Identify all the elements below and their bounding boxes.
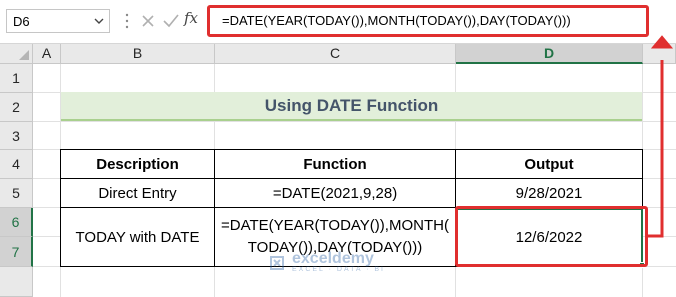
enter-check-icon[interactable] xyxy=(160,11,182,31)
chevron-down-icon[interactable] xyxy=(94,14,104,28)
row-header-1[interactable]: 1 xyxy=(0,64,33,93)
header-description[interactable]: Description xyxy=(60,149,215,179)
function-line-1: =DATE(YEAR(TODAY()),MONTH( xyxy=(221,217,449,234)
column-header-b[interactable]: B xyxy=(61,44,215,64)
sheet-title: Using DATE Function xyxy=(264,96,439,115)
title-cell[interactable]: Using DATE Function xyxy=(61,92,642,121)
column-header-a[interactable]: A xyxy=(33,44,61,64)
column-header-d[interactable]: D xyxy=(456,44,643,64)
cancel-icon[interactable] xyxy=(137,11,159,31)
watermark: exceldemy EXCEL · DATA · BI xyxy=(268,250,385,273)
cell-description-today[interactable]: TODAY with DATE xyxy=(60,207,215,267)
name-box-value: D6 xyxy=(13,14,30,29)
gridline xyxy=(33,121,676,122)
row-header-4[interactable]: 4 xyxy=(0,150,33,179)
row-header-6[interactable]: 6 xyxy=(0,208,33,237)
name-box[interactable]: D6 xyxy=(6,9,110,33)
select-all-corner[interactable] xyxy=(0,44,33,64)
formula-highlight-box xyxy=(207,5,649,37)
row-header-3[interactable]: 3 xyxy=(0,122,33,150)
column-header-c[interactable]: C xyxy=(215,44,456,64)
cell-description-direct[interactable]: Direct Entry xyxy=(60,178,215,208)
header-function[interactable]: Function xyxy=(214,149,456,179)
drag-handle-icon[interactable] xyxy=(125,12,129,30)
cell-output-direct[interactable]: 9/28/2021 xyxy=(455,178,643,208)
watermark-tagline: EXCEL · DATA · BI xyxy=(292,266,385,273)
watermark-name: exceldemy xyxy=(292,250,374,267)
exceldemy-logo-icon xyxy=(270,255,284,270)
header-output[interactable]: Output xyxy=(455,149,643,179)
row-header-7[interactable]: 7 xyxy=(0,237,33,267)
column-header-e[interactable] xyxy=(643,44,676,64)
output-highlight-box xyxy=(455,206,648,267)
insert-function-icon[interactable]: fx xyxy=(184,9,198,27)
cell-function-direct[interactable]: =DATE(2021,9,28) xyxy=(214,178,456,208)
row-header-5[interactable]: 5 xyxy=(0,179,33,208)
row-header-2[interactable]: 2 xyxy=(0,93,33,122)
row-header-8[interactable] xyxy=(0,267,33,297)
